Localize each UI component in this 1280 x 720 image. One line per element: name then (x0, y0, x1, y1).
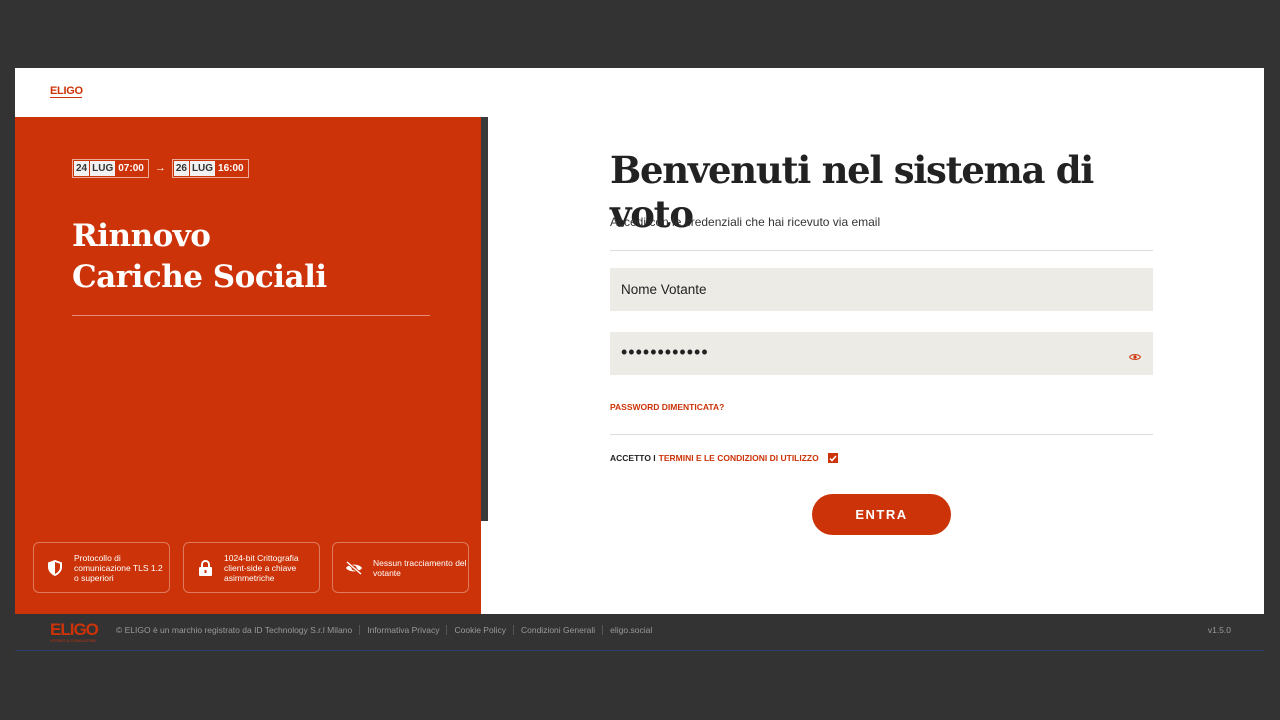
panel-divider (72, 315, 430, 316)
election-dates: 24 LUG 07:00 → 26 LUG 16:00 (72, 158, 249, 178)
footer-separator (359, 625, 361, 635)
feature-encryption: 1024-bit Crittografia client-side a chia… (183, 542, 320, 593)
header-logo[interactable]: ELIGO (50, 85, 83, 98)
election-panel: 24 LUG 07:00 → 26 LUG 16:00 Rinnovo Cari… (15, 117, 481, 614)
footer-logo-sub: VOTING & CONSULTING (50, 638, 97, 643)
password-field[interactable]: •••••••••••• (610, 332, 1153, 375)
footer: ELIGO VOTING & CONSULTING © ELIGO è un m… (15, 614, 1264, 651)
footer-separator (446, 625, 448, 635)
forgot-password-link[interactable]: PASSWORD DIMENTICATA? (610, 402, 724, 412)
terms-checkbox[interactable] (827, 453, 838, 463)
footer-link-cookie[interactable]: Cookie Policy (454, 625, 506, 635)
top-bar: ELIGO (15, 68, 1264, 117)
end-day: 26 (173, 160, 189, 176)
header-logo-underline (50, 97, 82, 98)
lock-icon (196, 559, 214, 577)
app-version: v1.5.0 (1207, 625, 1231, 635)
shield-icon (46, 559, 64, 577)
footer-link-social[interactable]: eligo.social (610, 625, 652, 635)
page-subtitle: Accedi con le credenziali che hai ricevu… (610, 215, 881, 229)
feature-tls-text: Protocollo di comunicazione TLS 1.2 o su… (74, 552, 163, 583)
end-date: 26 LUG 16:00 (171, 158, 249, 178)
end-time: 16:00 (218, 162, 244, 174)
terms-prefix: ACCETTO I (610, 453, 656, 463)
election-title: Rinnovo Cariche Sociali (72, 216, 452, 298)
start-day: 24 (74, 160, 90, 176)
header-logo-text: ELIGO (50, 85, 83, 97)
login-button[interactable]: ENTRA (812, 494, 951, 535)
footer-logo[interactable]: ELIGO (50, 620, 99, 640)
show-password-icon[interactable] (1128, 348, 1142, 360)
form-divider-top (610, 250, 1153, 251)
panel-scrollbar-thumb[interactable] (481, 117, 488, 521)
panel-scrollbar[interactable] (481, 117, 489, 614)
terms-link[interactable]: TERMINI E LE CONDIZIONI DI UTILIZZO (659, 453, 819, 463)
eye-off-icon (345, 559, 363, 577)
feature-encryption-text: 1024-bit Crittografia client-side a chia… (224, 552, 299, 583)
footer-separator (512, 625, 514, 635)
username-field[interactable]: Nome Votante (610, 268, 1153, 311)
feature-no-tracking-text: Nessun tracciamento del votante (373, 557, 467, 578)
footer-link-privacy[interactable]: Informativa Privacy (367, 625, 439, 635)
footer-links: © ELIGO è un marchio registrato da ID Te… (116, 625, 652, 635)
start-time: 07:00 (118, 162, 144, 174)
feature-no-tracking: Nessun tracciamento del votante (332, 542, 469, 593)
footer-separator (602, 625, 604, 635)
election-title-line2: Cariche Sociali (72, 259, 327, 295)
arrow-right-icon: → (154, 162, 166, 174)
feature-tls: Protocollo di comunicazione TLS 1.2 o su… (33, 542, 170, 593)
start-month: LUG (90, 160, 116, 176)
start-date: 24 LUG 07:00 (72, 158, 149, 178)
checkmark-icon (829, 455, 837, 462)
app-frame: ELIGO 24 LUG 07:00 → 26 LUG 16:00 Rinnov… (15, 68, 1264, 614)
election-title-line1: Rinnovo (72, 218, 211, 254)
footer-link-conditions[interactable]: Condizioni Generali (521, 625, 595, 635)
form-divider-bottom (610, 434, 1153, 435)
footer-copyright: © ELIGO è un marchio registrato da ID Te… (116, 625, 353, 635)
end-month: LUG (189, 160, 216, 176)
terms-acceptance: ACCETTO I TERMINI E LE CONDIZIONI DI UTI… (610, 453, 838, 463)
